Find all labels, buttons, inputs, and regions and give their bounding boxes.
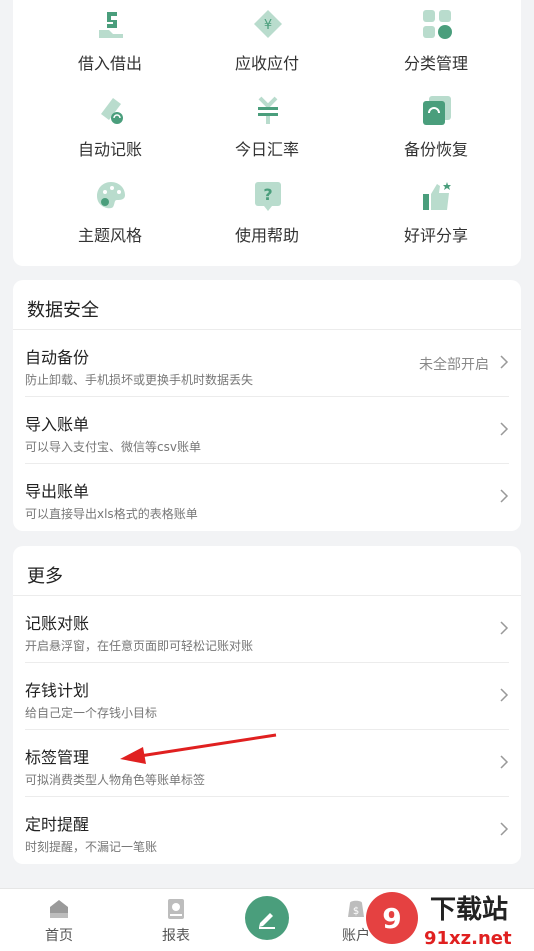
add-record-button[interactable]: [245, 896, 289, 940]
tab-home[interactable]: 首页: [19, 897, 99, 945]
tab-label: 报表: [162, 928, 190, 944]
pen-icon: [259, 913, 275, 929]
svg-text:9: 9: [382, 902, 401, 935]
watermark-logo: 9 下载站 91xz.net: [366, 892, 512, 949]
svg-text:$: $: [353, 906, 359, 917]
watermark-title: 下载站: [430, 895, 508, 925]
annotation-arrow: [120, 733, 277, 764]
report-icon: [168, 899, 184, 919]
home-icon: [50, 900, 68, 918]
tab-report[interactable]: 报表: [136, 897, 216, 945]
watermark-url: 91xz.net: [424, 928, 512, 949]
tab-label: 首页: [45, 928, 73, 944]
